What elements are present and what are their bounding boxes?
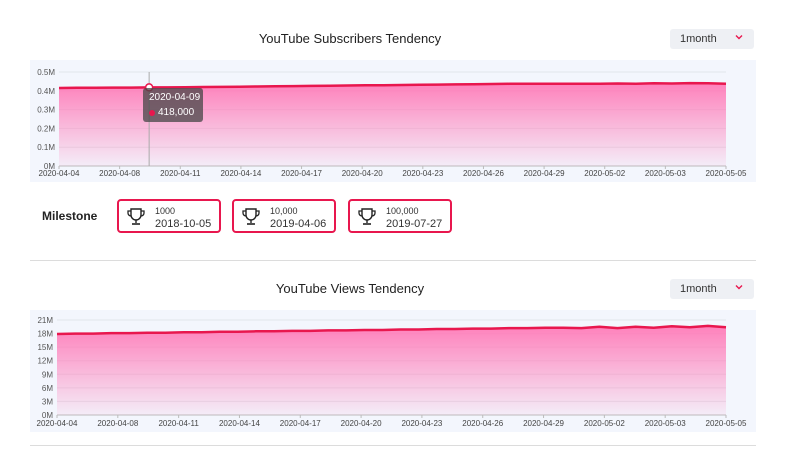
bottom-divider [30, 445, 756, 446]
x-tick-label: 2020-04-20 [341, 419, 382, 428]
y-tick-label: 6M [42, 384, 53, 393]
x-tick-label: 2020-04-23 [401, 419, 442, 428]
x-tick-label: 2020-04-14 [219, 419, 260, 428]
x-tick-label: 2020-04-04 [37, 419, 78, 428]
y-tick-label: 12M [37, 357, 53, 366]
y-tick-label: 15M [37, 343, 53, 352]
views-chart[interactable]: 0M3M6M9M12M15M18M21M2020-04-04 2020-04-08… [0, 0, 800, 457]
y-tick-label: 9M [42, 370, 53, 379]
y-tick-label: 21M [37, 316, 53, 325]
x-tick-label: 2020-05-05 [706, 419, 747, 428]
x-tick-label: 2020-04-17 [280, 419, 321, 428]
x-tick-label: 2020-04-26 [462, 419, 503, 428]
x-tick-label: 2020-04-08 [97, 419, 138, 428]
x-tick-label: 2020-05-03 [645, 419, 686, 428]
x-tick-label: 2020-04-29 [523, 419, 564, 428]
series-area [57, 325, 726, 415]
y-tick-label: 3M [42, 397, 53, 406]
y-tick-label: 18M [37, 330, 53, 339]
x-tick-label: 2020-04-11 [158, 419, 199, 428]
x-tick-label: 2020-05-02 [584, 419, 625, 428]
